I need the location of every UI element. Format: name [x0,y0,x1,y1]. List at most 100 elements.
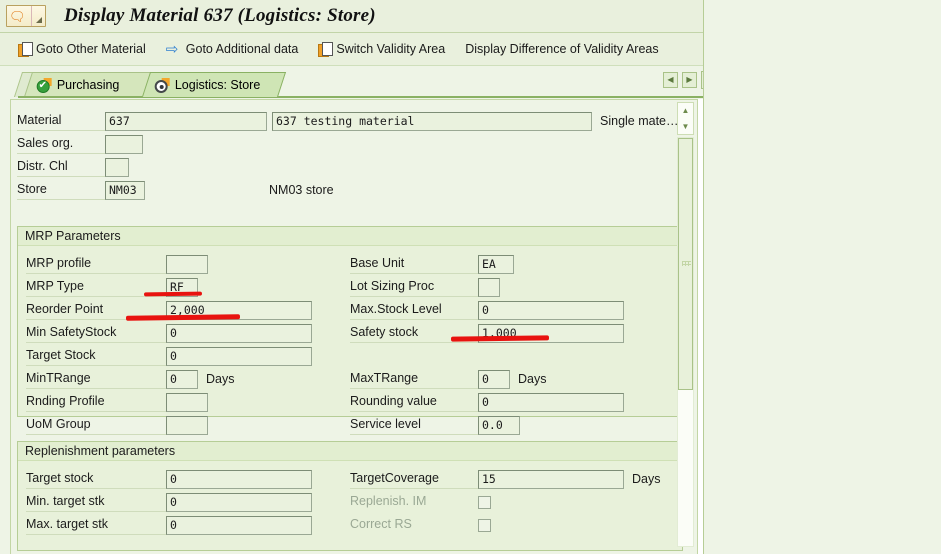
vertical-scrollbar-track[interactable] [677,137,694,547]
lot-sizing-proc-input[interactable] [478,277,500,297]
base-unit-input[interactable]: EA [478,254,514,274]
correct-rs-row: Correct RS [350,514,660,536]
lot-sizing-proc-label: Lot Sizing Proc [350,277,478,297]
distr-chl-input[interactable] [105,157,129,177]
sap-logo-glyph: 🗨 [9,8,26,24]
mintrange-input[interactable]: 0 [166,369,198,389]
copy-icon [18,42,33,57]
sales-org-input[interactable] [105,134,143,154]
resize-corner-icon [36,17,42,23]
tab-purchasing[interactable]: Purchasing [23,72,157,97]
safety-stock-label: Safety stock [350,323,478,343]
mrp-profile-input[interactable] [166,254,208,274]
sap-window-icon[interactable]: 🗨 [6,5,46,27]
min-target-stk-input[interactable]: 0 [166,492,312,512]
min-target-stk-row: Min. target stk 0 [26,491,312,513]
right-empty-pane [703,0,941,554]
replenish-im-checkbox[interactable] [478,495,491,509]
target-stock-input[interactable]: 0 [166,469,312,489]
switch-validity-area-label: Switch Validity Area [336,42,446,56]
max-target-stk-label: Max. target stk [26,515,166,535]
rounding-value-input[interactable]: 0 [478,392,624,412]
scrollbar-grip-icon [682,261,691,266]
min-target-stk-label: Min. target stk [26,492,166,512]
uom-group-input[interactable] [166,415,208,435]
reorder-point-label: Reorder Point [26,300,166,320]
uom-group-label: UoM Group [26,415,166,435]
goto-other-material-button[interactable]: Goto Other Material [18,38,146,60]
radio-selected-icon [154,77,170,93]
maxtrange-label: MaxTRange [350,369,478,389]
distr-chl-row: Distr. Chl [17,156,679,178]
replenish-im-label: Replenish. IM [350,494,427,508]
material-label: Material [17,111,105,131]
mrp-profile-row: MRP profile [26,253,312,275]
mrp-parameters-title: MRP Parameters [18,227,682,246]
mintrange-unit: Days [206,372,235,386]
max-stock-level-input[interactable]: 0 [478,300,624,320]
material-input[interactable]: 637 [105,111,267,131]
correct-rs-checkbox[interactable] [478,518,491,532]
max-target-stk-input[interactable]: 0 [166,515,312,535]
correct-rs-label: Correct RS [350,517,412,531]
max-target-stk-row: Max. target stk 0 [26,514,312,536]
rounding-value-label: Rounding value [350,392,478,412]
display-difference-label: Display Difference of Validity Areas [465,42,659,56]
icon-divider [31,6,32,26]
replenishment-parameters-body: Target stock 0 Min. target stk 0 Max. target… [18,461,682,551]
scroll-left-button[interactable]: ◀ [663,72,678,88]
store-row: Store NM03 NM03 store [17,179,679,201]
content-panel: Material 637 637 testing material Single… [10,99,698,554]
mintrange-label: MinTRange [26,369,166,389]
min-safetystock-label: Min SafetyStock [26,323,166,343]
reorder-point-input[interactable]: 2,000 [166,300,312,320]
display-difference-validity-areas-button[interactable]: Display Difference of Validity Areas [465,38,658,60]
vertical-scrollbar-thumb[interactable] [678,138,693,390]
safety-stock-row: Safety stock 1,000 [350,322,624,344]
target-stock-input[interactable]: 0 [166,346,312,366]
page-title: Display Material 637 (Logistics: Store) [64,5,376,26]
targetcoverage-input[interactable]: 15 [478,469,624,489]
rounding-value-row: Rounding value 0 [350,391,624,413]
service-level-input[interactable]: 0.0 [478,415,520,435]
arrow-right-icon: ⇨ [165,40,179,58]
scroll-up-arrow[interactable]: ▲ [678,103,693,118]
base-unit-row: Base Unit EA [350,253,624,275]
scrollbar-arrows[interactable]: ▲ ▼ [677,102,694,135]
mrp-parameters-body: MRP profile MRP Type RF Reorder Point 2,000 M… [18,246,682,435]
max-stock-level-label: Max.Stock Level [350,300,478,320]
scroll-right-button[interactable]: ▶ [682,72,697,88]
mrp-right-column: Base Unit EA Lot Sizing Proc Max.Stock Leve… [350,253,624,437]
service-level-row: Service level 0.0 [350,414,624,436]
goto-additional-data-button[interactable]: ⇨ Goto Additional data [166,38,299,60]
material-type-text: Single mate… [600,114,679,128]
distr-chl-label: Distr. Chl [17,157,105,177]
rnding-profile-input[interactable] [166,392,208,412]
tab-logistics-store-label: Logistics: Store [174,78,261,92]
goto-additional-data-label: Goto Additional data [185,42,299,56]
safety-stock-input[interactable]: 1,000 [478,323,624,343]
sales-org-row: Sales org. [17,133,679,155]
green-check-icon [36,77,52,93]
mrp-left-column: MRP profile MRP Type RF Reorder Point 2,000 M… [26,253,312,437]
min-safetystock-input[interactable]: 0 [166,323,312,343]
maxtrange-row: MaxTRange 0 Days [350,368,624,390]
mrp-type-label: MRP Type [26,277,166,297]
reorder-point-row: Reorder Point 2,000 [26,299,312,321]
store-input[interactable]: NM03 [105,180,145,200]
mrp-type-input[interactable]: RF [166,277,198,297]
maxtrange-input[interactable]: 0 [478,369,510,389]
max-stock-level-row: Max.Stock Level 0 [350,299,624,321]
goto-other-material-label: Goto Other Material [36,42,146,56]
mrp-parameters-group: MRP Parameters MRP profile MRP Type RF Reor… [17,226,683,435]
spacer-row [350,345,624,367]
copy-icon [318,42,334,57]
material-description-input[interactable]: 637 testing material [272,111,592,131]
switch-validity-area-button[interactable]: Switch Validity Area [318,38,445,60]
scroll-down-arrow[interactable]: ▼ [678,119,693,134]
tab-logistics-store[interactable]: Logistics: Store [141,72,287,97]
replenishment-parameters-title: Replenishment parameters [18,442,682,461]
store-description-text: NM03 store [269,183,334,197]
lot-sizing-proc-row: Lot Sizing Proc [350,276,624,298]
targetcoverage-label: TargetCoverage [350,469,478,489]
